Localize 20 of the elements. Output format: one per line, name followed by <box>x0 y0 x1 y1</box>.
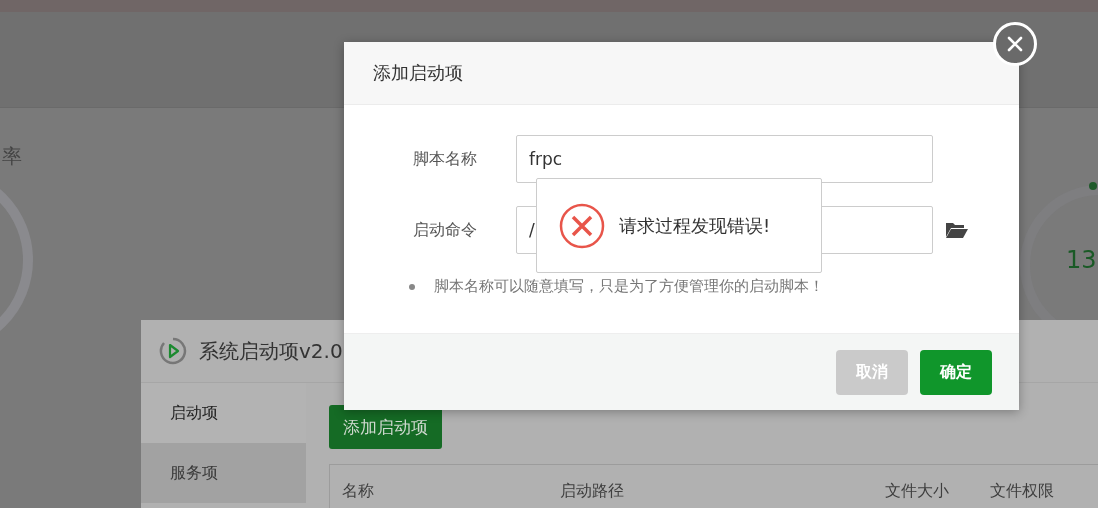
input-field[interactable]: frpc <box>516 135 933 183</box>
column-header: 启动路径 <box>560 480 625 502</box>
window-title: 系统启动项v2.0 <box>199 337 343 365</box>
close-icon <box>1005 34 1025 54</box>
gauge-value: 13 <box>1066 246 1097 274</box>
dialog-title: 添加启动项 <box>373 61 463 85</box>
column-header: 文件大小 <box>885 480 950 502</box>
confirm-button[interactable]: 确定 <box>920 349 992 395</box>
column-header: 文件权限 <box>990 480 1055 502</box>
field-label: 启动命令 <box>412 219 478 241</box>
folder-icon[interactable] <box>945 221 969 239</box>
field-label: 脚本名称 <box>412 148 478 170</box>
hint-text: 脚本名称可以随意填写，只是为了方便管理你的启动脚本！ <box>434 277 824 296</box>
play-icon <box>159 337 187 365</box>
sidebar-item[interactable]: 服务项 <box>141 443 306 503</box>
error-icon <box>559 202 605 249</box>
error-message: 请求过程发现错误! <box>619 213 771 238</box>
column-header: 名称 <box>342 480 375 502</box>
bullet-icon <box>409 283 415 290</box>
status-dot <box>1089 182 1097 190</box>
